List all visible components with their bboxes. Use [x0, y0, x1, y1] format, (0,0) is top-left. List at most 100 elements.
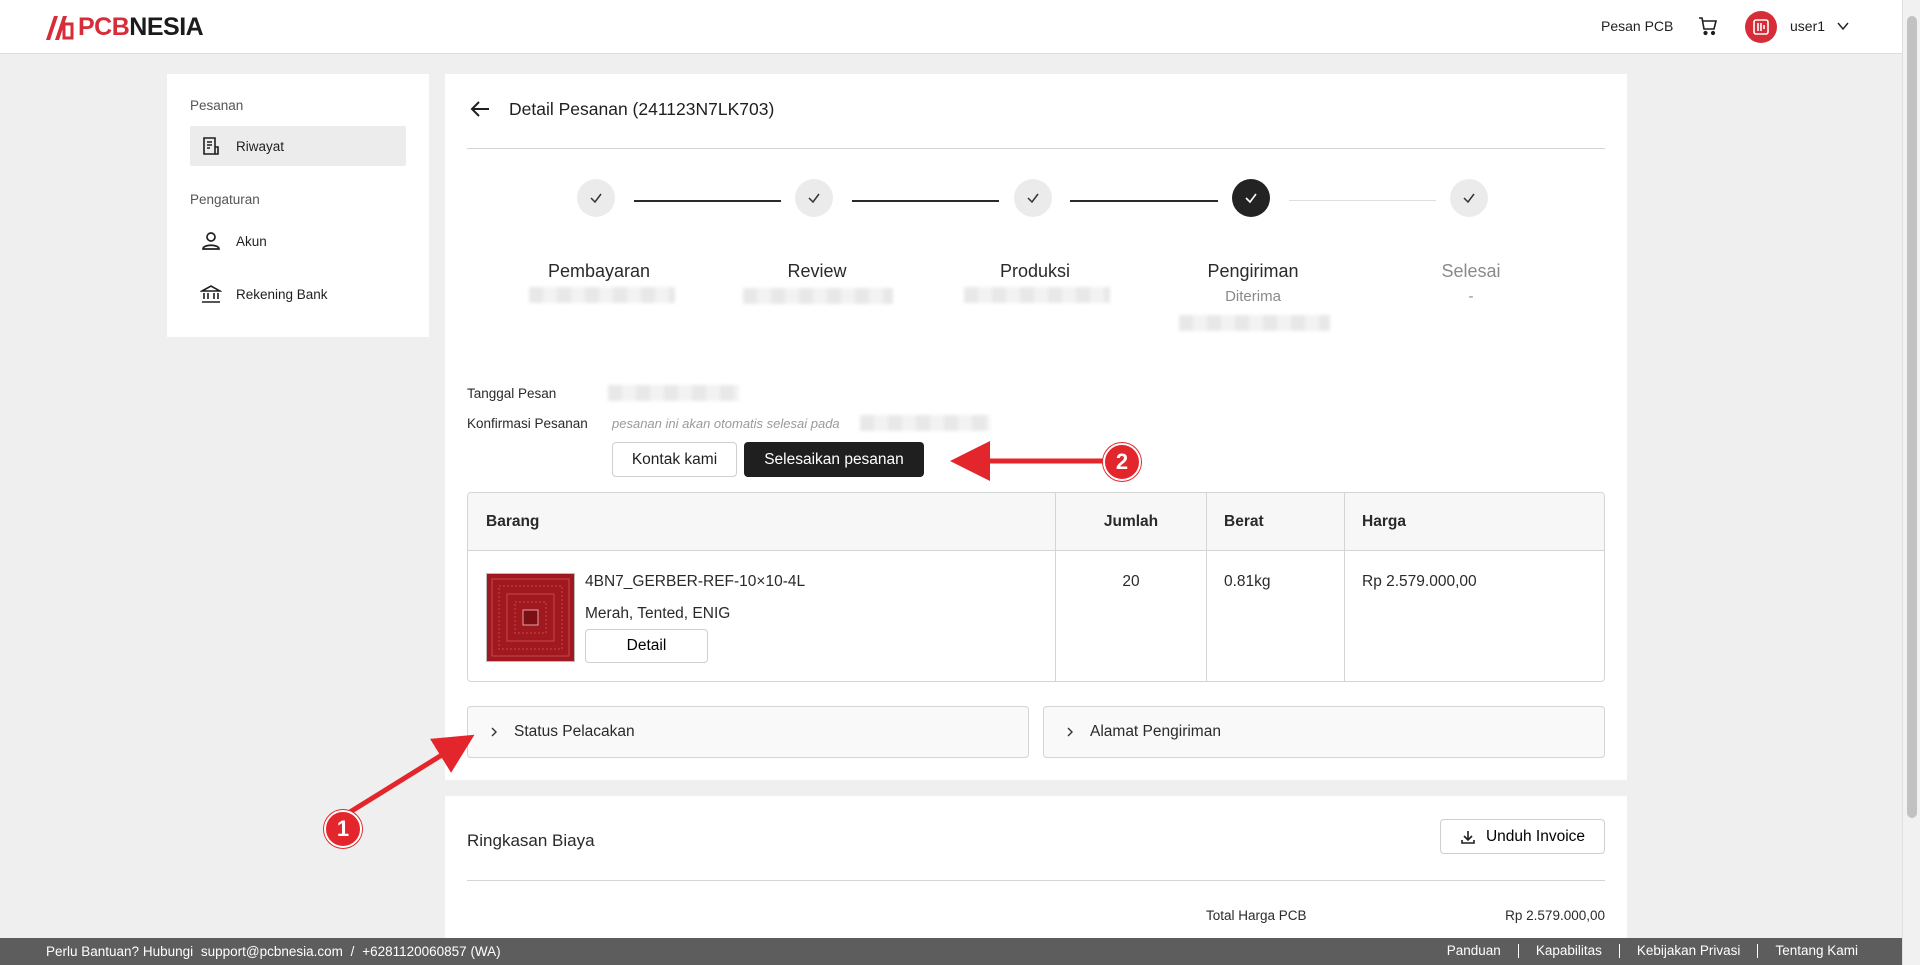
redacted-order-date — [608, 385, 739, 401]
step-connector-pending — [1289, 200, 1436, 201]
scrollbar-thumb[interactable] — [1907, 16, 1917, 818]
download-icon — [1461, 830, 1475, 844]
step-shipping-circle — [1232, 179, 1270, 217]
accordion-label: Alamat Pengiriman — [1090, 723, 1221, 740]
back-arrow-icon[interactable] — [469, 98, 491, 120]
redacted-finish-date — [860, 415, 990, 431]
receipt-icon — [203, 137, 219, 155]
summary-divider — [467, 880, 1605, 881]
sidebar: Pesanan Riwayat Pengaturan Akun Rekening… — [167, 74, 429, 337]
step-label-done: Selesai — [1441, 261, 1501, 281]
title-divider — [467, 148, 1605, 149]
finish-order-button[interactable]: Selesaikan pesanan — [744, 442, 924, 477]
order-items-table: Barang Jumlah Berat Harga 4BN7_GERBER-RE… — [467, 492, 1605, 682]
step-payment-circle — [577, 179, 615, 217]
footer-link-privacy[interactable]: Kebijakan Privasi — [1618, 944, 1758, 958]
order-pcb-link[interactable]: Pesan PCB — [1601, 18, 1673, 34]
step-connector — [634, 200, 781, 202]
total-pcb-label: Total Harga PCB — [1206, 908, 1307, 923]
item-spec: Merah, Tented, ENIG — [585, 605, 731, 622]
redacted-date — [964, 287, 1110, 303]
sidebar-group-orders: Pesanan — [190, 98, 244, 113]
top-navbar: PCBNESIA Pesan PCB user1 — [0, 0, 1902, 54]
item-qty: 20 — [1122, 573, 1140, 590]
redacted-date — [743, 288, 893, 304]
user-name[interactable]: user1 — [1790, 18, 1825, 34]
item-detail-button[interactable]: Detail — [585, 629, 708, 663]
support-phone-link[interactable]: +6281120060857 (WA) — [362, 944, 500, 959]
item-price: Rp 2.579.000,00 — [1362, 573, 1477, 590]
column-divider — [1344, 493, 1345, 681]
sidebar-item-label: Rekening Bank — [236, 286, 328, 302]
confirm-label: Konfirmasi Pesanan — [467, 416, 588, 431]
table-header — [468, 493, 1604, 551]
page-scrollbar[interactable] — [1902, 0, 1920, 965]
footer-help: Perlu Bantuan? Hubungi support@pcbnesia.… — [46, 944, 505, 959]
support-email-link[interactable]: support@pcbnesia.com — [201, 944, 343, 959]
invoice-button-label: Unduh Invoice — [1485, 827, 1586, 845]
shipping-address-accordion[interactable]: Alamat Pengiriman — [1043, 706, 1605, 758]
pcbnesia-logo[interactable]: PCBNESIA — [44, 13, 204, 42]
chevron-down-icon[interactable] — [1836, 19, 1850, 33]
total-pcb-value: Rp 2.579.000,00 — [1505, 908, 1605, 923]
sidebar-item-label: Akun — [236, 233, 267, 249]
step-label-shipping: Pengiriman — [1207, 261, 1299, 281]
tracking-status-accordion[interactable]: Status Pelacakan — [467, 706, 1029, 758]
avatar-logo-icon — [1753, 19, 1769, 35]
chevron-right-icon — [491, 727, 497, 737]
annotation-badge-1: 1 — [324, 810, 362, 848]
header-price: Harga — [1362, 513, 1406, 530]
avatar[interactable] — [1745, 11, 1777, 43]
summary-title: Ringkasan Biaya — [467, 831, 595, 850]
cart-icon[interactable] — [1698, 16, 1718, 36]
check-icon — [1463, 193, 1475, 204]
sidebar-item-akun[interactable]: Akun — [190, 221, 406, 261]
bank-icon — [200, 285, 222, 303]
step-label-payment: Pembayaran — [547, 261, 651, 281]
contact-us-button[interactable]: Kontak kami — [612, 442, 737, 477]
footer-separator: / — [350, 944, 355, 959]
logo-text: PCBNESIA — [78, 13, 204, 41]
check-icon — [590, 193, 602, 204]
step-connector — [1070, 200, 1218, 202]
redacted-date — [1179, 315, 1330, 331]
step-sub-shipping: Diterima — [1225, 288, 1281, 305]
header-weight: Berat — [1224, 513, 1264, 530]
step-label-review: Review — [787, 261, 847, 281]
annotation-badge-2: 2 — [1103, 443, 1141, 481]
check-icon — [808, 193, 820, 204]
sidebar-group-settings: Pengaturan — [190, 192, 260, 207]
check-icon — [1245, 193, 1257, 204]
footer-link-capabilities[interactable]: Kapabilitas — [1517, 944, 1619, 958]
pcb-thumbnail — [486, 573, 575, 662]
user-icon — [202, 232, 220, 250]
footer-links: Panduan Kapabilitas Kebijakan Privasi Te… — [1430, 944, 1858, 958]
chevron-right-icon — [1067, 727, 1073, 737]
download-invoice-button[interactable]: Unduh Invoice — [1440, 819, 1605, 854]
step-production-circle — [1014, 179, 1052, 217]
step-review-circle — [795, 179, 833, 217]
auto-finish-note: pesanan ini akan otomatis selesai pada — [612, 416, 840, 431]
step-sub-done: - — [1468, 288, 1474, 305]
item-weight: 0.81kg — [1224, 573, 1271, 590]
order-detail-card: Detail Pesanan (241123N7LK703) Pembayara… — [445, 74, 1627, 780]
footer-link-guide[interactable]: Panduan — [1430, 944, 1518, 958]
footer: Perlu Bantuan? Hubungi support@pcbnesia.… — [0, 938, 1902, 965]
header-qty: Jumlah — [1103, 513, 1159, 530]
order-date-label: Tanggal Pesan — [467, 386, 557, 401]
redacted-date — [529, 287, 675, 303]
step-label-production: Produksi — [999, 261, 1071, 281]
step-done-circle — [1450, 179, 1488, 217]
sidebar-item-rekening-bank[interactable]: Rekening Bank — [190, 274, 406, 314]
logo-mark-icon — [46, 15, 74, 40]
help-text: Perlu Bantuan? Hubungi — [46, 944, 194, 959]
column-divider — [1206, 493, 1207, 681]
sidebar-item-riwayat[interactable]: Riwayat — [190, 126, 406, 166]
item-name: 4BN7_GERBER-REF-10×10-4L — [585, 573, 806, 590]
header-item: Barang — [486, 513, 540, 530]
pcb-board-icon — [487, 574, 574, 661]
accordion-label: Status Pelacakan — [514, 723, 635, 740]
sidebar-item-label: Riwayat — [236, 138, 285, 154]
step-connector — [852, 200, 999, 202]
footer-link-about[interactable]: Tentang Kami — [1757, 944, 1858, 958]
